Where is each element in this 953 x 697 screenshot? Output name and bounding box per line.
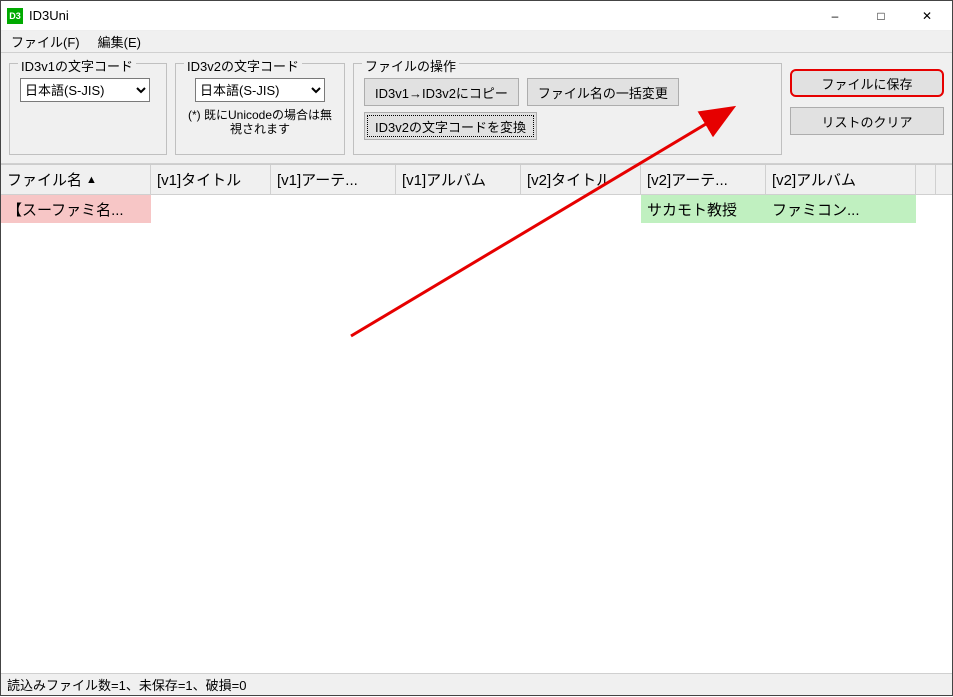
list-body: 【スーファミ名... サカモト教授 ファミコン... (1, 195, 952, 223)
col-header-label: [v2]アーテ... (647, 169, 728, 190)
menu-edit[interactable]: 編集(E) (92, 30, 147, 53)
col-header-label: [v1]タイトル (157, 169, 241, 190)
batch-rename-button[interactable]: ファイル名の一括変更 (527, 78, 679, 106)
minimize-button[interactable]: – (812, 2, 858, 30)
menu-file[interactable]: ファイル(F) (5, 30, 86, 53)
group-id3v1-legend: ID3v1の文字コード (18, 56, 136, 75)
toolbar: ID3v1の文字コード 日本語(S-JIS) ID3v2の文字コード 日本語(S… (1, 53, 952, 164)
cell-filename: 【スーファミ名... (1, 195, 151, 223)
close-button[interactable]: ✕ (904, 2, 950, 30)
group-file-ops: ファイルの操作 ID3v1→ID3v2にコピー ファイル名の一括変更 ID3v2… (353, 63, 782, 155)
window-controls: – □ ✕ (812, 2, 950, 30)
list-header: ファイル名 ▲ [v1]タイトル [v1]アーテ... [v1]アルバム [v2… (1, 165, 952, 195)
group-id3v2-legend: ID3v2の文字コード (184, 56, 302, 75)
cell-v2-artist: サカモト教授 (641, 195, 766, 223)
title-bar: D3 ID3Uni – □ ✕ (1, 1, 952, 31)
copy-v1-to-v2-button[interactable]: ID3v1→ID3v2にコピー (364, 78, 519, 106)
col-header-label: ファイル名 (7, 169, 82, 190)
menu-bar: ファイル(F) 編集(E) (1, 31, 952, 53)
col-header-v1-album[interactable]: [v1]アルバム (396, 165, 521, 194)
col-header-v2-artist[interactable]: [v2]アーテ... (641, 165, 766, 194)
file-list: ファイル名 ▲ [v1]タイトル [v1]アーテ... [v1]アルバム [v2… (1, 164, 952, 654)
status-bar: 読込みファイル数=1、未保存=1、破損=0 (1, 673, 952, 695)
cell-v2-album: ファミコン... (766, 195, 916, 223)
select-id3v1-encoding[interactable]: 日本語(S-JIS) (20, 78, 150, 102)
group-id3v1-encoding: ID3v1の文字コード 日本語(S-JIS) (9, 63, 167, 155)
maximize-button[interactable]: □ (858, 2, 904, 30)
col-header-v2-title[interactable]: [v2]タイトル (521, 165, 641, 194)
col-header-v1-title[interactable]: [v1]タイトル (151, 165, 271, 194)
clear-list-button[interactable]: リストのクリア (790, 107, 944, 135)
group-id3v2-encoding: ID3v2の文字コード 日本語(S-JIS) (*) 既にUnicodeの場合は… (175, 63, 345, 155)
col-header-label: [v2]タイトル (527, 169, 611, 190)
cell-v1-title (151, 195, 271, 223)
col-header-label: [v1]アーテ... (277, 169, 358, 190)
table-row[interactable]: 【スーファミ名... サカモト教授 ファミコン... (1, 195, 952, 223)
col-header-extra[interactable] (916, 165, 936, 194)
select-id3v2-encoding[interactable]: 日本語(S-JIS) (195, 78, 325, 102)
cell-v1-artist (271, 195, 396, 223)
cell-v2-title (521, 195, 641, 223)
convert-v2-encoding-button[interactable]: ID3v2の文字コードを変換 (364, 112, 537, 140)
status-text: 読込みファイル数=1、未保存=1、破損=0 (7, 675, 246, 694)
group-file-ops-legend: ファイルの操作 (362, 56, 459, 75)
col-header-label: [v2]アルバム (772, 169, 856, 190)
col-header-v1-artist[interactable]: [v1]アーテ... (271, 165, 396, 194)
window-title: ID3Uni (29, 8, 69, 23)
col-header-label: [v1]アルバム (402, 169, 486, 190)
cell-v1-album (396, 195, 521, 223)
col-header-v2-album[interactable]: [v2]アルバム (766, 165, 916, 194)
id3v2-note: (*) 既にUnicodeの場合は無視されます (186, 108, 334, 137)
right-button-column: ファイルに保存 リストのクリア (790, 63, 944, 155)
col-header-filename[interactable]: ファイル名 ▲ (1, 165, 151, 194)
sort-indicator-icon: ▲ (86, 174, 97, 186)
save-to-file-button[interactable]: ファイルに保存 (790, 69, 944, 97)
app-icon: D3 (7, 8, 23, 24)
